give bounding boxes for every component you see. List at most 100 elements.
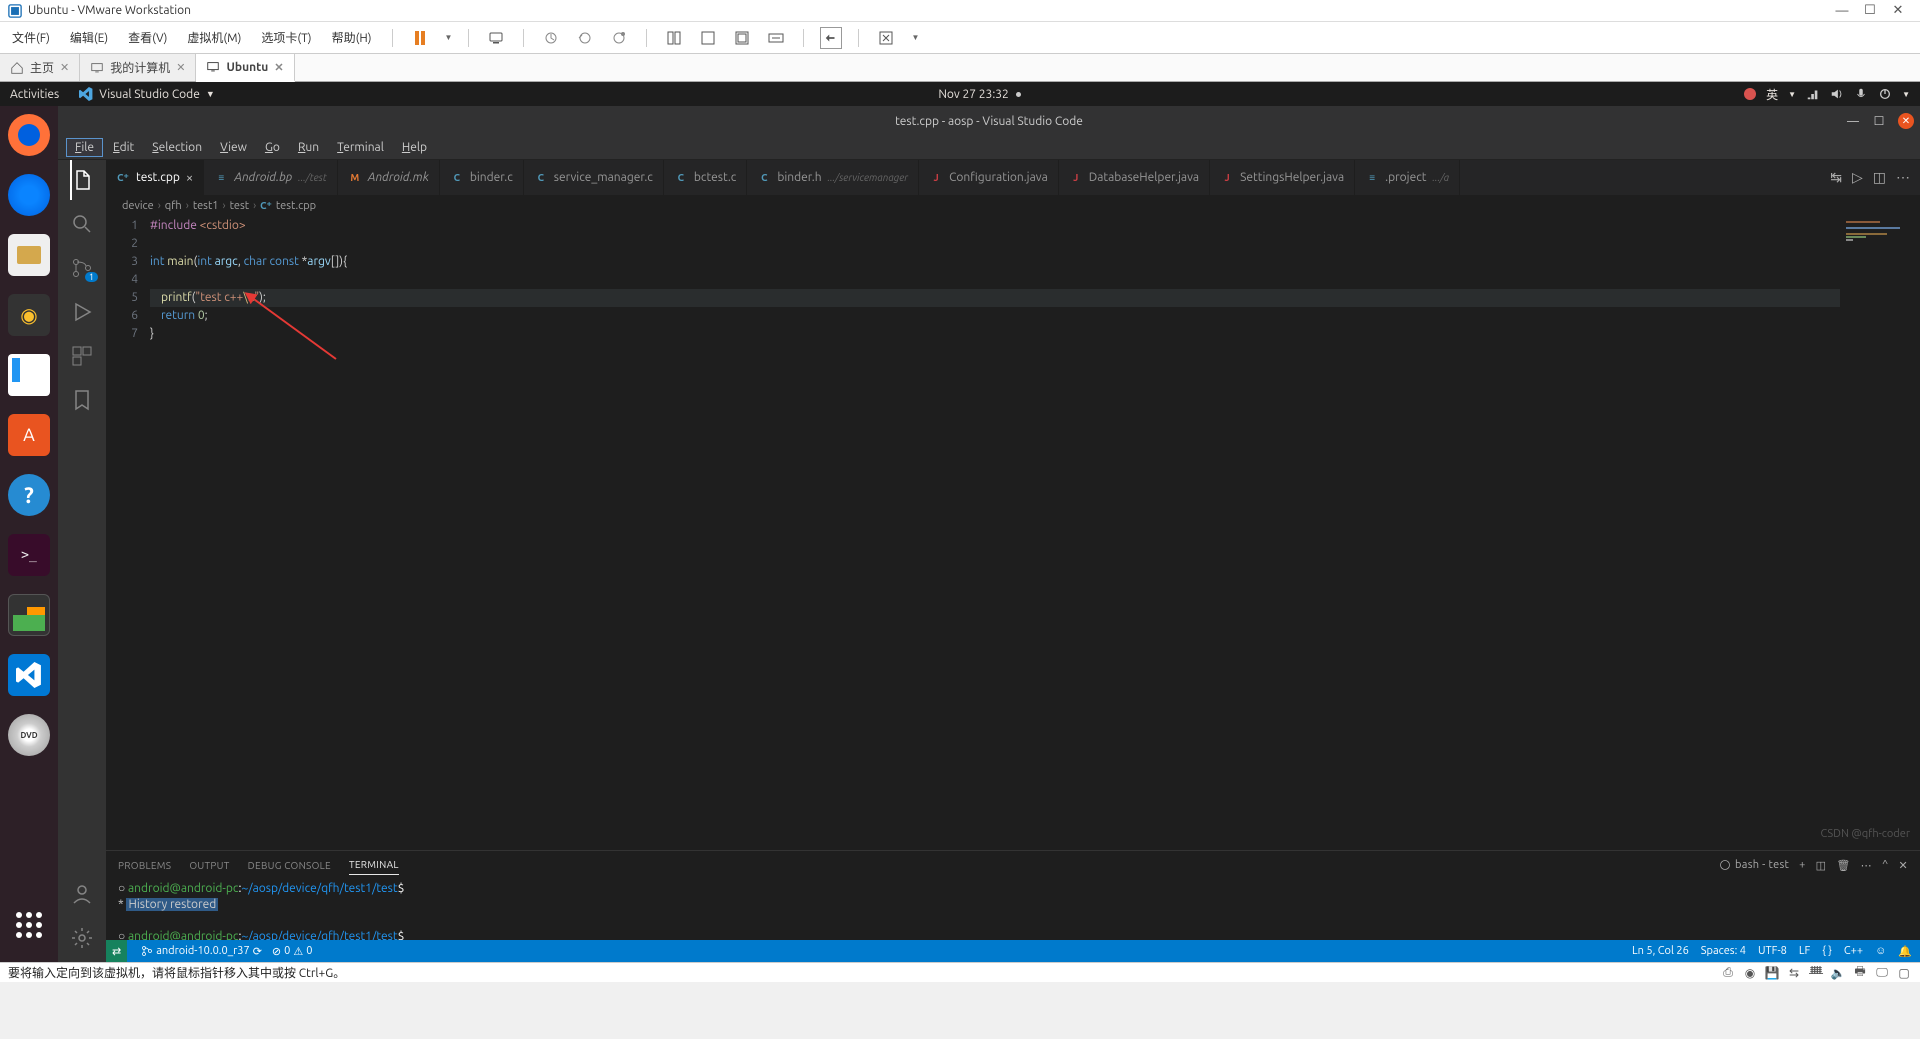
tab-mycomputer[interactable]: 我的计算机 ✕ <box>80 54 196 81</box>
tab-test-cpp[interactable]: C⁺ test.cpp × <box>106 160 204 195</box>
menu-help[interactable]: Help <box>394 139 435 156</box>
menu-view[interactable]: 查看(V) <box>124 27 171 48</box>
display-icon[interactable]: 🖵 <box>1874 965 1890 981</box>
brackets[interactable]: { } <box>1822 945 1832 957</box>
menu-terminal[interactable]: Terminal <box>329 139 392 156</box>
power-dropdown[interactable]: ▼ <box>445 33 453 42</box>
search-icon[interactable] <box>70 212 94 236</box>
dock-thunderbird[interactable] <box>8 174 50 216</box>
tab-databasehelper-java[interactable]: J DatabaseHelper.java <box>1059 160 1210 195</box>
fullscreen-button[interactable] <box>731 27 753 49</box>
menu-help[interactable]: 帮助(H) <box>328 27 376 48</box>
close-button[interactable]: ✕ <box>1898 113 1914 129</box>
close-icon[interactable]: ✕ <box>176 61 185 74</box>
compare-changes-icon[interactable]: ↹ <box>1830 169 1842 186</box>
new-terminal-button[interactable]: + <box>1799 859 1806 871</box>
dock-software[interactable]: A <box>8 414 50 456</box>
maximize-panel-button[interactable]: ^ <box>1882 859 1889 871</box>
tab-binder-h[interactable]: C binder.h .../servicemanager <box>747 160 919 195</box>
more-icon[interactable]: ⋯ <box>1861 859 1872 872</box>
menu-edit[interactable]: Edit <box>105 139 142 156</box>
dock-show-apps[interactable] <box>8 912 50 954</box>
dock-dvd[interactable] <box>8 714 50 756</box>
mic-icon[interactable] <box>1854 87 1868 101</box>
tab-settingshelper-java[interactable]: J SettingsHelper.java <box>1210 160 1355 195</box>
eol[interactable]: LF <box>1799 945 1810 957</box>
menu-selection[interactable]: Selection <box>144 139 210 156</box>
encoding[interactable]: UTF-8 <box>1758 945 1787 957</box>
dock-firefox[interactable] <box>8 114 50 156</box>
accounts-icon[interactable] <box>70 882 94 906</box>
tab-configuration-java[interactable]: J Configuration.java <box>919 160 1059 195</box>
code-content[interactable]: #include <cstdio> int main(int argc, cha… <box>150 217 1920 850</box>
menu-file[interactable]: File <box>66 138 103 157</box>
stretch-guest-button[interactable] <box>875 27 897 49</box>
code-editor[interactable]: 1234567 #include <cstdio> int main(int a… <box>106 217 1920 850</box>
snapshot-button[interactable] <box>540 27 562 49</box>
menu-run[interactable]: Run <box>290 139 327 156</box>
message-icon[interactable]: ▢ <box>1896 965 1912 981</box>
breadcrumb-seg[interactable]: test1 <box>193 200 219 212</box>
tab-android-bp[interactable]: ≡ Android.bp .../test <box>204 160 338 195</box>
tab-android-mk[interactable]: M Android.mk <box>338 160 440 195</box>
git-branch[interactable]: android-10.0.0_r37 ⟳ <box>141 945 262 958</box>
kill-terminal-button[interactable]: 🗑 <box>1836 859 1850 872</box>
activities-button[interactable]: Activities <box>10 88 59 101</box>
close-panel-button[interactable]: ✕ <box>1898 859 1908 872</box>
indentation[interactable]: Spaces: 4 <box>1701 945 1746 957</box>
current-app[interactable]: Visual Studio Code ▼ <box>79 87 215 101</box>
settings-gear-icon[interactable] <box>70 926 94 950</box>
panel-tab-debug[interactable]: DEBUG CONSOLE <box>248 856 331 875</box>
dock-writer[interactable] <box>8 354 50 396</box>
dock-vscode[interactable] <box>8 654 50 696</box>
console-view-button[interactable] <box>663 27 685 49</box>
maximize-button[interactable]: ☐ <box>1872 114 1886 128</box>
dock-help[interactable]: ? <box>8 474 50 516</box>
input-lang[interactable]: 英 <box>1766 86 1778 103</box>
network-adapter-icon[interactable]: ⇆ <box>1786 965 1802 981</box>
network-icon[interactable] <box>1806 87 1820 101</box>
volume-icon[interactable] <box>1830 87 1844 101</box>
extensions-icon[interactable] <box>70 344 94 368</box>
breadcrumbs[interactable]: device› qfh› test1› test› C⁺ test.cpp <box>106 195 1920 217</box>
menu-vm[interactable]: 虚拟机(M) <box>183 27 245 48</box>
language-mode[interactable]: C++ <box>1844 945 1863 957</box>
breadcrumb-seg[interactable]: test <box>230 200 249 212</box>
notifications-icon[interactable]: 🔔 <box>1898 945 1912 958</box>
quick-switch-button[interactable] <box>820 27 842 49</box>
problems-indicator[interactable]: ⊘0 ⚠0 <box>272 945 313 958</box>
minimize-button[interactable]: — <box>1828 4 1856 18</box>
menu-edit[interactable]: 编辑(E) <box>66 27 112 48</box>
bookmarks-icon[interactable] <box>70 388 94 412</box>
remote-indicator[interactable]: ⇄ <box>106 940 127 962</box>
stretch-dropdown[interactable]: ▼ <box>911 33 919 42</box>
scale-button[interactable] <box>765 27 787 49</box>
panel-tab-output[interactable]: OUTPUT <box>189 856 229 875</box>
menu-file[interactable]: 文件(F) <box>8 27 54 48</box>
menu-go[interactable]: Go <box>257 139 288 156</box>
explorer-icon[interactable] <box>70 168 94 192</box>
close-button[interactable]: ✕ <box>1884 3 1912 18</box>
power-icon[interactable] <box>1878 87 1892 101</box>
tab-bctest-c[interactable]: C bctest.c <box>664 160 747 195</box>
close-icon[interactable]: ✕ <box>274 61 283 74</box>
feedback-icon[interactable]: ☺ <box>1875 945 1886 957</box>
suspend-button[interactable] <box>409 27 431 49</box>
unity-button[interactable] <box>697 27 719 49</box>
tab-binder-c[interactable]: C binder.c <box>440 160 524 195</box>
breadcrumb-seg[interactable]: device <box>122 200 154 212</box>
snapshot-manager-button[interactable] <box>608 27 630 49</box>
printer-icon[interactable]: 🖶 <box>1852 965 1868 981</box>
panel-tab-terminal[interactable]: TERMINAL <box>349 855 399 875</box>
close-icon[interactable]: × <box>186 171 193 185</box>
source-control-icon[interactable]: 1 <box>70 256 94 280</box>
run-code-icon[interactable]: ▷ <box>1852 169 1863 186</box>
panel-tab-problems[interactable]: PROBLEMS <box>118 856 171 875</box>
split-terminal-button[interactable]: ◫ <box>1816 859 1827 872</box>
tab-home[interactable]: 主页 ✕ <box>0 54 80 81</box>
split-editor-icon[interactable]: ◫ <box>1873 169 1886 186</box>
floppy-icon[interactable]: 💾 <box>1764 965 1780 981</box>
dock-system-monitor[interactable] <box>8 594 50 636</box>
more-actions-icon[interactable]: ⋯ <box>1896 169 1910 186</box>
tab-ubuntu[interactable]: Ubuntu ✕ <box>196 54 294 82</box>
